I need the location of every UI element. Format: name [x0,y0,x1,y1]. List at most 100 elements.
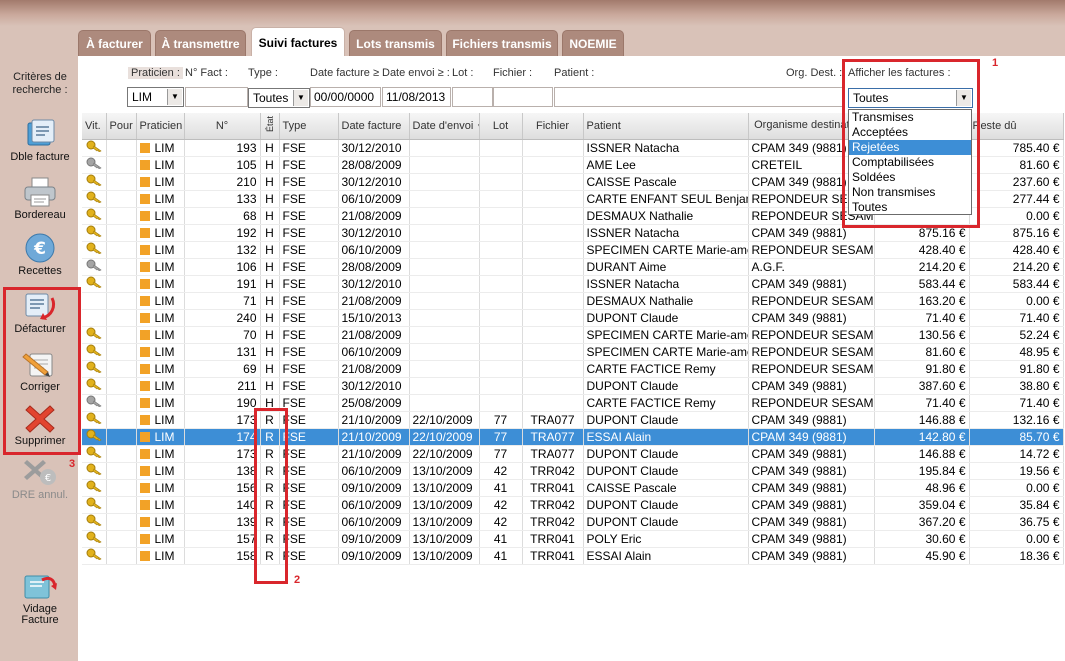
tab-a-transmettre[interactable]: À transmettre [155,30,246,57]
col-fichier[interactable]: Fichier [522,113,584,140]
gold-key-icon[interactable] [86,429,102,444]
table-row[interactable]: LIM 211 H FSE 30/12/2010 DUPONT Claude CPAM 34… [82,377,1064,395]
table-row[interactable]: LIM 140 R FSE 06/10/2009 13/10/2009 42 TRR042 DU… [82,496,1064,514]
col-etat[interactable]: État [260,113,280,140]
dble-facture-button[interactable]: Dble facture [8,118,72,163]
supprimer-button[interactable]: Supprimer [8,402,72,447]
table-row[interactable]: LIM 173 R FSE 21/10/2009 22/10/2009 77 TRA077 DU… [82,445,1064,463]
col-date-envoi[interactable]: Date d'envoi ▼ [409,113,480,140]
dropdown-option[interactable]: Toutes [849,200,971,215]
chevron-down-icon[interactable]: ▼ [293,90,308,106]
gold-key-icon[interactable] [86,548,102,563]
table-row[interactable]: LIM 158 R FSE 09/10/2009 13/10/2009 41 TRR041 ES… [82,547,1064,565]
gold-key-icon[interactable] [86,480,102,495]
col-vit[interactable]: Vit. [82,113,107,140]
table-row[interactable]: LIM 192 H FSE 30/12/2010 ISSNER Natacha CPAM 3… [82,224,1064,242]
gold-key-icon[interactable] [86,191,102,206]
praticien-select[interactable]: LIM ▼ [127,87,184,107]
table-row[interactable]: LIM 156 R FSE 09/10/2009 13/10/2009 41 TRR041 CA… [82,479,1064,497]
type-select[interactable]: Toutes ▼ [248,88,310,108]
gold-key-icon[interactable] [86,446,102,461]
table-row[interactable]: LIM 69 H FSE 21/08/2009 CARTE FACTICE Remy REP… [82,360,1064,378]
col-praticien[interactable]: Praticien [136,113,185,140]
lot-input[interactable] [452,87,493,107]
dropdown-option[interactable]: Acceptées [849,125,971,140]
gold-key-icon[interactable] [86,412,102,427]
corriger-button[interactable]: Corriger [8,348,72,393]
gold-key-icon[interactable] [86,327,102,342]
cell-date-envoi [409,190,480,208]
tab-a-facturer[interactable]: À facturer [78,30,151,57]
col-pour[interactable]: Pour [106,113,137,140]
praticien-color-square [139,550,150,561]
tab-lots-transmis[interactable]: Lots transmis [349,30,442,57]
gold-key-icon[interactable] [86,361,102,376]
bordereau-button[interactable]: Bordereau [8,176,72,221]
cell-date-envoi [409,309,480,327]
recettes-button[interactable]: € Recettes [8,232,72,277]
gold-key-icon[interactable] [86,378,102,393]
grey-key-icon[interactable] [86,395,102,410]
dre-annul-button[interactable]: € DRE annul. [8,456,72,501]
col-type[interactable]: Type [279,113,339,140]
grey-key-icon[interactable] [86,259,102,274]
defacturer-button[interactable]: Défacturer [8,290,72,335]
cell-date-envoi [409,258,480,276]
gold-key-icon[interactable] [86,225,102,240]
gold-key-icon[interactable] [86,531,102,546]
gold-key-icon[interactable] [86,276,102,291]
gold-key-icon[interactable] [86,514,102,529]
cell-montant: 359.04 € [874,496,970,514]
cell-date-facture: 21/08/2009 [338,326,410,344]
gold-key-icon[interactable] [86,174,102,189]
chevron-down-icon[interactable]: ▼ [167,89,182,105]
table-row[interactable]: LIM 190 H FSE 25/08/2009 CARTE FACTICE Remy RE… [82,394,1064,412]
dropdown-option[interactable]: Non transmises [849,185,971,200]
table-row[interactable]: LIM 173 R FSE 21/10/2009 22/10/2009 77 TRA077 DU… [82,411,1064,429]
afficher-select[interactable]: Toutes ▼ [848,88,973,108]
gold-key-icon[interactable] [86,242,102,257]
dropdown-option[interactable]: Comptabilisées [849,155,971,170]
col-num[interactable]: N° [184,113,261,140]
dropdown-option[interactable]: Soldées [849,170,971,185]
tab-suivi-factures[interactable]: Suivi factures [251,27,345,57]
gold-key-icon[interactable] [86,208,102,223]
table-row[interactable]: LIM 240 H FSE 15/10/2013 DUPONT Claude CPAM 34… [82,309,1064,327]
col-date-facture[interactable]: Date facture [338,113,410,140]
gold-key-icon[interactable] [86,463,102,478]
cell-date-envoi [409,139,480,157]
cell-pour [106,207,137,225]
grey-key-icon[interactable] [86,157,102,172]
col-reste-du[interactable]: Reste dû [969,113,1064,140]
dropdown-option[interactable]: Rejetées [849,140,971,155]
gold-key-icon[interactable] [86,140,102,155]
table-row[interactable]: LIM 132 H FSE 06/10/2009 SPECIMEN CARTE Marie… [82,241,1064,259]
tab-fichiers-transmis[interactable]: Fichiers transmis [446,30,558,57]
cell-etat: R [260,462,280,480]
table-row[interactable]: LIM 139 R FSE 06/10/2009 13/10/2009 42 TRR042 DU… [82,513,1064,531]
nfact-input[interactable] [185,87,248,107]
cell-praticien: LIM [136,394,185,412]
table-row[interactable]: LIM 174 R FSE 21/10/2009 22/10/2009 77 TRA077 ES… [82,428,1064,446]
patient-input[interactable] [554,87,845,107]
vidage-facture-button[interactable]: Vidage Facture [8,570,72,626]
gold-key-icon[interactable] [86,497,102,512]
table-row[interactable]: LIM 138 R FSE 06/10/2009 13/10/2009 42 TRR042 DU… [82,462,1064,480]
dropdown-option[interactable]: Transmises [849,110,971,125]
fichier-input[interactable] [493,87,553,107]
cell-lot [479,394,523,412]
tab-noemie[interactable]: NOEMIE [562,30,624,57]
date-facture-input[interactable]: 00/00/0000 [310,87,381,107]
table-row[interactable]: LIM 191 H FSE 30/12/2010 ISSNER Natacha CPAM 3… [82,275,1064,293]
type-filter-label: Type : [248,67,278,79]
col-patient[interactable]: Patient [583,113,749,140]
date-envoi-input[interactable]: 11/08/2013 [382,87,451,107]
table-row[interactable]: LIM 71 H FSE 21/08/2009 DESMAUX Nathalie REPON… [82,292,1064,310]
table-row[interactable]: LIM 70 H FSE 21/08/2009 SPECIMEN CARTE Marie-… [82,326,1064,344]
chevron-down-icon[interactable]: ▼ [956,90,971,106]
table-row[interactable]: LIM 106 H FSE 28/08/2009 DURANT Aime A.G.F. 214… [82,258,1064,276]
col-lot[interactable]: Lot [479,113,523,140]
gold-key-icon[interactable] [86,344,102,359]
table-row[interactable]: LIM 131 H FSE 06/10/2009 SPECIMEN CARTE Marie… [82,343,1064,361]
table-row[interactable]: LIM 157 R FSE 09/10/2009 13/10/2009 41 TRR041 PO… [82,530,1064,548]
